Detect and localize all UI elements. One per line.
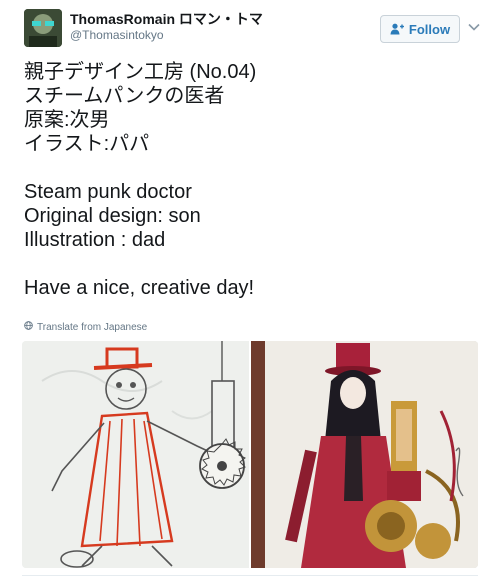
tweet-text: 親子デザイン工房 (No.04) スチームパンクの医者 原案:次男 イラスト:パ… <box>24 60 484 300</box>
follow-button-label: Follow <box>408 21 451 37</box>
photo-child-drawing[interactable] <box>22 341 249 568</box>
tweet-line-illustration-credit: Illustration : dad <box>24 229 166 251</box>
tweet: ThomasRomain ロマン・トマ @Thomasintokyo Follo… <box>0 0 500 578</box>
avatar-image <box>24 9 62 47</box>
tweet-line-closing: Have a nice, creative day! <box>24 277 255 299</box>
person-plus-icon <box>390 23 404 35</box>
translate-label: Translate from Japanese <box>37 321 148 333</box>
tweet-line-original-design: Original design: son <box>24 205 201 227</box>
author-info[interactable]: ThomasRomain ロマン・トマ @Thomasintokyo <box>70 10 263 42</box>
divider <box>22 575 478 576</box>
tweet-line-concept: 原案:次男 <box>24 109 110 131</box>
illustration-image <box>251 341 478 568</box>
tweet-media <box>22 341 478 568</box>
tweet-line-steam-punk: Steam punk doctor <box>24 181 192 203</box>
tweet-line-title: 親子デザイン工房 (No.04) <box>24 61 257 83</box>
author-handle[interactable]: @Thomasintokyo <box>70 28 263 42</box>
globe-icon <box>24 321 33 333</box>
author-display-name[interactable]: ThomasRomain ロマン・トマ <box>70 10 263 28</box>
child-drawing-image <box>22 341 249 568</box>
avatar[interactable] <box>24 9 62 47</box>
follow-button[interactable]: Follow <box>380 15 460 43</box>
tweet-line-break <box>24 252 484 276</box>
tweet-line-illustration: イラスト:パパ <box>24 133 150 155</box>
tweet-line-break <box>24 156 484 180</box>
translate-link[interactable]: Translate from Japanese <box>24 321 147 333</box>
tweet-line-subject: スチームパンクの医者 <box>24 85 225 107</box>
chevron-down-icon[interactable] <box>467 20 481 34</box>
photo-illustration[interactable] <box>251 341 478 568</box>
